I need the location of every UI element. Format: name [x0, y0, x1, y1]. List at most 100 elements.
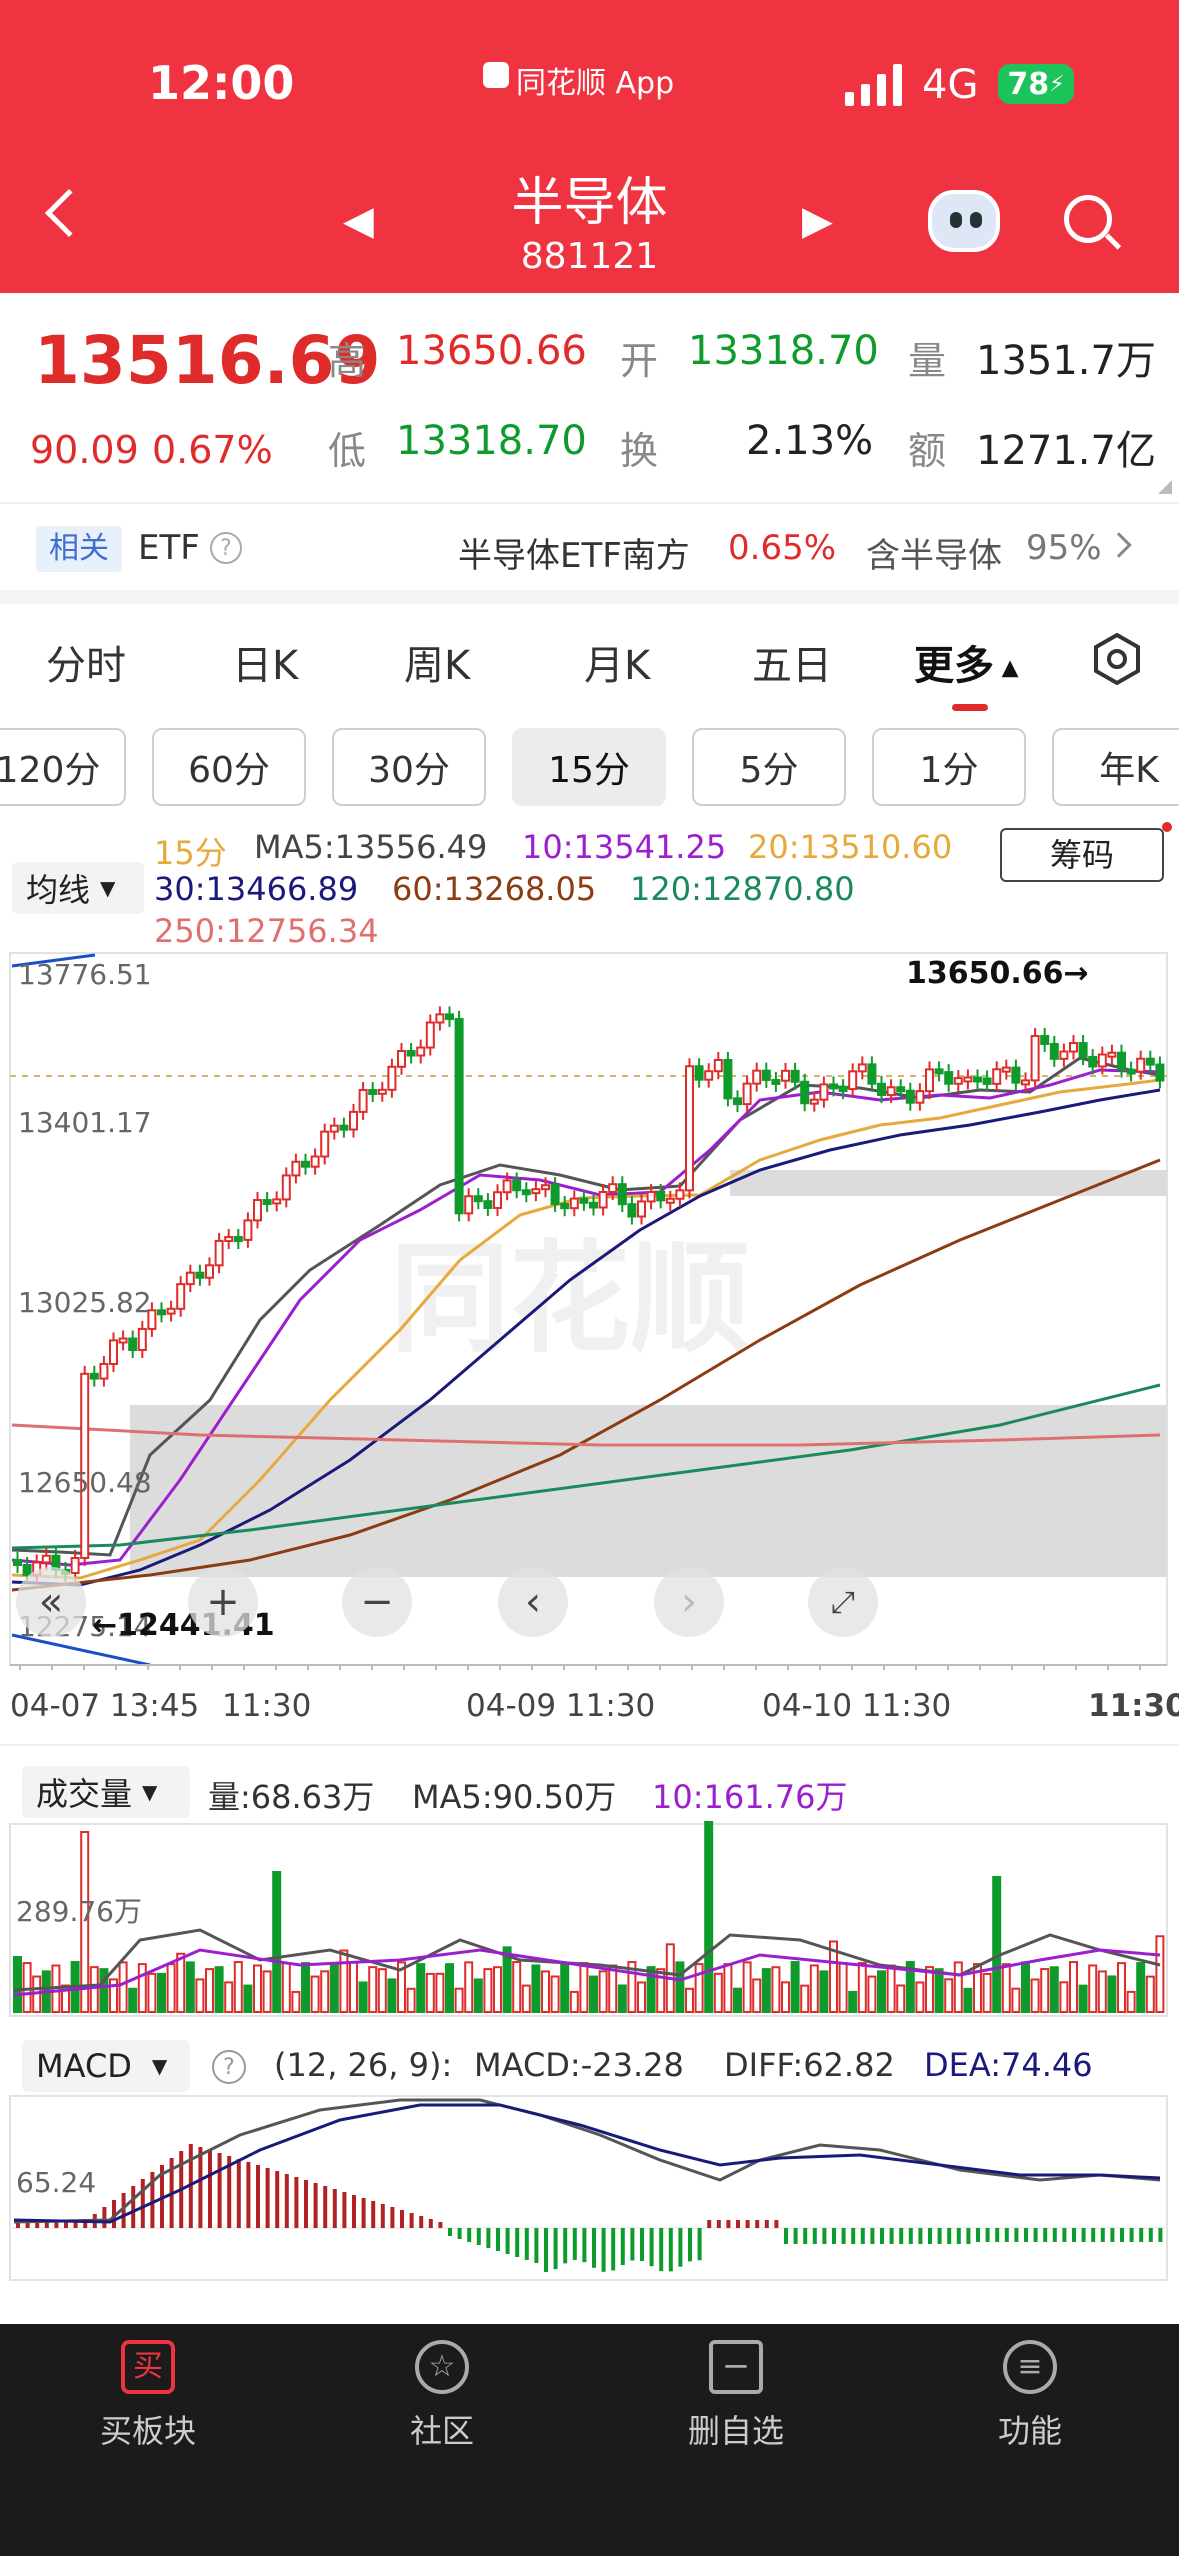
period-120m[interactable]: 120分	[0, 728, 126, 806]
scroll-left-button[interactable]: ‹	[498, 1567, 568, 1637]
candle-body	[435, 1013, 445, 1024]
candle-body	[205, 1264, 214, 1279]
macd-bar	[304, 2180, 308, 2228]
candle-body	[118, 1337, 128, 1344]
settings-hex-icon[interactable]	[1090, 632, 1144, 686]
tab-intraday[interactable]: 分时	[46, 633, 126, 691]
x-label-3: 04-09 11:30	[466, 1688, 656, 1724]
nav-remove-watchlist[interactable]: − 删自选	[656, 2340, 816, 2452]
macd-bar	[611, 2228, 616, 2271]
macd-bar	[1014, 2228, 1019, 2242]
tab-daily-k[interactable]: 日K	[232, 633, 298, 691]
macd-selector[interactable]: MACD ▼	[22, 2040, 190, 2092]
macd-bar	[572, 2228, 577, 2261]
period-60m[interactable]: 60分	[152, 728, 306, 806]
robot-assistant-icon[interactable]	[928, 190, 1000, 252]
amount-value: 1271.7亿	[976, 428, 1156, 474]
period-5m[interactable]: 5分	[692, 728, 846, 806]
period-1m[interactable]: 1分	[872, 728, 1026, 806]
candle-body	[128, 1337, 138, 1351]
volume-selector[interactable]: 成交量 ▼	[22, 1766, 190, 1818]
candle-body	[742, 1082, 752, 1106]
etf-label: ETF	[138, 528, 200, 568]
rewind-button[interactable]: «	[16, 1567, 86, 1637]
status-time: 12:00	[148, 56, 295, 110]
candle-body	[1145, 1057, 1155, 1066]
candle-body	[665, 1197, 675, 1204]
macd-bar	[73, 2222, 78, 2228]
candle-body	[377, 1088, 387, 1095]
tab-monthly-k[interactable]: 月K	[584, 633, 650, 691]
candle-body	[550, 1184, 560, 1205]
candle-body	[723, 1059, 733, 1100]
zoom-out-button[interactable]: −	[342, 1567, 412, 1637]
help-icon[interactable]: ?	[212, 2050, 246, 2084]
ma-selector[interactable]: 均线 ▼	[12, 862, 144, 914]
diff-value: DIFF:62.82	[724, 2046, 895, 2084]
ma120-value: 120:12870.80	[630, 870, 855, 908]
kline-chart[interactable]: 同花顺	[0, 950, 1179, 1734]
expand-corner-icon[interactable]	[1158, 480, 1172, 494]
volume-bar	[771, 1966, 781, 2013]
zoom-in-button[interactable]: +	[188, 1567, 258, 1637]
period-15m[interactable]: 15分	[512, 728, 666, 806]
candle-body	[694, 1065, 704, 1081]
scroll-right-button[interactable]: ›	[654, 1567, 724, 1637]
nav-buy-sector[interactable]: 买 买板块	[68, 2340, 228, 2452]
nav-functions[interactable]: ≡ 功能	[950, 2340, 1110, 2452]
macd-bar	[1129, 2228, 1134, 2242]
period-yearly-k[interactable]: 年K	[1052, 728, 1179, 806]
macd-bar	[582, 2228, 587, 2263]
volume-bar	[733, 1987, 742, 2014]
candle-body	[982, 1077, 992, 1085]
candle-body	[445, 1013, 454, 1020]
macd-bar	[1120, 2228, 1124, 2242]
chips-button[interactable]: 筹码	[1000, 828, 1164, 882]
macd-bar	[995, 2228, 1000, 2242]
candle-body	[617, 1183, 627, 1206]
macd-bar	[323, 2186, 328, 2228]
volume-bar	[1107, 1975, 1117, 2013]
macd-bar	[1148, 2228, 1153, 2242]
candle-body	[685, 1065, 694, 1192]
next-stock-button[interactable]: ▶	[802, 198, 833, 244]
tab-five-day[interactable]: 五日	[752, 633, 832, 691]
tab-more[interactable]: 更多 ▲	[914, 633, 1019, 691]
volume-bar	[349, 1961, 358, 2013]
chevron-right-icon[interactable]	[1106, 532, 1132, 558]
fullscreen-button[interactable]: ⤢	[808, 1567, 878, 1637]
volume-bar	[915, 1981, 925, 2013]
amount-label: 额	[908, 429, 947, 473]
candle-body	[1030, 1034, 1040, 1082]
candle-body	[598, 1190, 608, 1209]
volume-selector-label: 成交量	[36, 1775, 133, 1813]
candle-body	[1155, 1063, 1165, 1082]
candle-body	[157, 1309, 166, 1316]
candle-body	[560, 1202, 570, 1210]
period-30m[interactable]: 30分	[332, 728, 486, 806]
volume-bar	[425, 1972, 435, 2013]
search-icon[interactable]	[1064, 195, 1122, 251]
candle-body	[291, 1160, 301, 1177]
tab-more-label: 更多	[914, 643, 994, 689]
etf-name[interactable]: 半导体ETF南方	[458, 528, 690, 577]
tab-active-indicator	[952, 704, 988, 711]
macd-bar	[899, 2228, 904, 2244]
volume-bar	[877, 1970, 886, 2014]
macd-bar	[265, 2168, 270, 2228]
macd-bar	[966, 2228, 971, 2244]
tab-weekly-k[interactable]: 周K	[404, 633, 470, 691]
candle-body	[339, 1124, 349, 1131]
candle-body	[800, 1080, 810, 1105]
nav-community[interactable]: ☆ 社区	[362, 2340, 522, 2452]
candle-body	[829, 1083, 838, 1090]
ma5-value: MA5:13556.49	[254, 828, 488, 866]
volume-bar	[224, 1981, 234, 2014]
help-icon[interactable]: ?	[210, 532, 242, 564]
low-label: 低	[328, 429, 367, 473]
macd-bar	[102, 2207, 107, 2228]
community-star-icon: ☆	[415, 2340, 469, 2394]
macd-bar	[726, 2220, 731, 2228]
volume-bar	[166, 1963, 176, 2013]
candle-body	[1078, 1042, 1088, 1059]
